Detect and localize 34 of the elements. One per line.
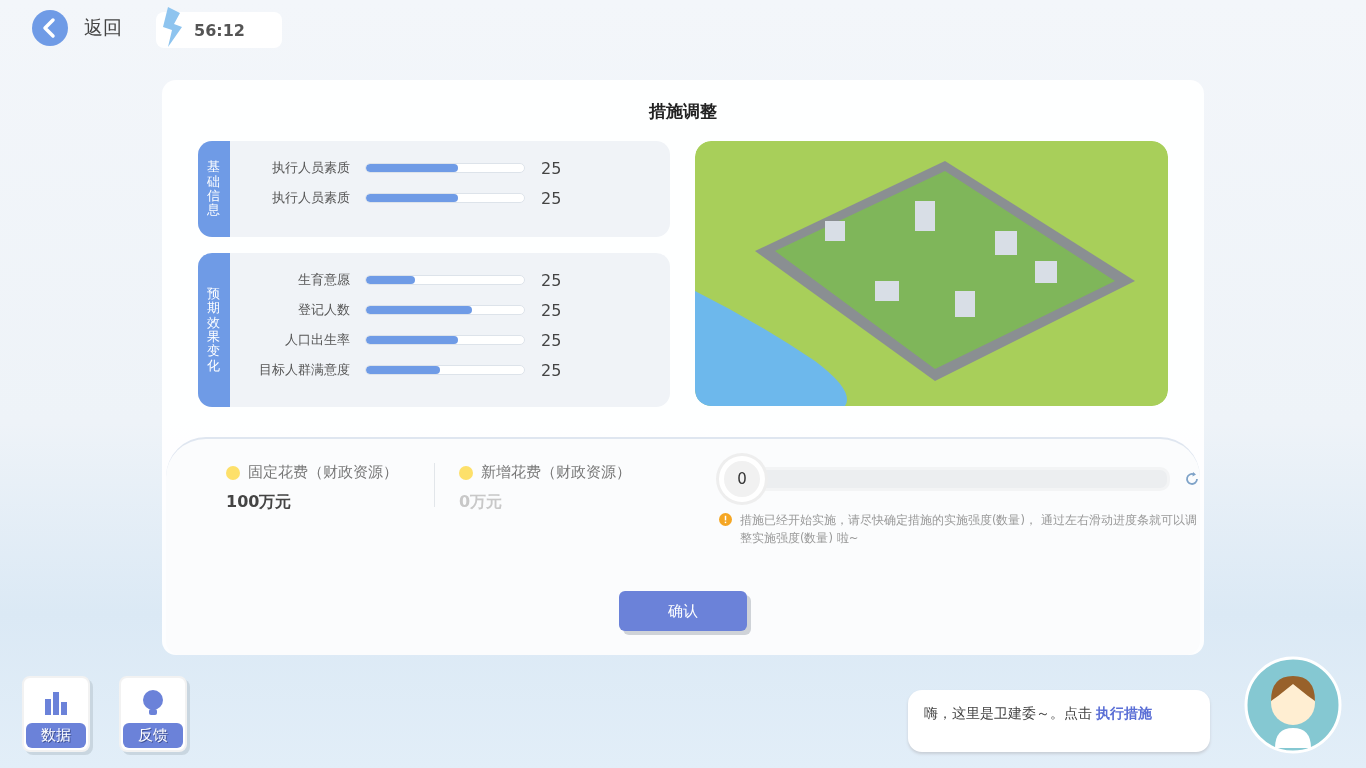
metric-value: 25 xyxy=(541,188,562,208)
metric-value: 25 xyxy=(541,158,562,178)
metric-label: 人口出生率 xyxy=(284,331,350,349)
action-link[interactable]: 执行措施 xyxy=(1096,705,1153,721)
section-label: 基础信息 xyxy=(198,141,230,237)
bullet-dot-icon xyxy=(226,465,240,480)
dialog-title: 措施调整 xyxy=(647,100,718,123)
metric-label: 执行人员素质 xyxy=(271,189,350,207)
bullet-dot-icon xyxy=(459,465,473,480)
assistant-message: 嗨，这里是卫建委～。点击 xyxy=(924,705,1093,721)
bar-chart-icon xyxy=(42,689,70,717)
metric-label: 登记人数 xyxy=(297,301,350,319)
lightning-icon xyxy=(160,7,184,47)
warning-icon xyxy=(719,513,732,526)
section-label: 预期效果变化 xyxy=(198,253,230,407)
metric-value: 25 xyxy=(541,360,562,380)
dock-button[interactable]: 反馈 xyxy=(119,676,187,752)
hint-text: 措施已经开始实施，请尽快确定措施的实施强度(数量)， 通过左右滑动进度条就可以调整实施强度(数量) 啦~ xyxy=(740,512,1198,547)
timer-value: 56:12 xyxy=(194,20,245,40)
avatar-icon xyxy=(1244,656,1342,754)
metric-value: 25 xyxy=(541,330,562,350)
slider-thumb[interactable]: 0 xyxy=(719,456,765,502)
metric-label: 执行人员素质 xyxy=(271,159,350,177)
back-button[interactable]: 返回 xyxy=(32,10,122,46)
refresh-icon[interactable] xyxy=(1184,471,1200,487)
metric-label: 生育意愿 xyxy=(297,271,350,289)
cost-label: 固定花费（财政资源） xyxy=(248,463,398,482)
metric-label: 目标人群满意度 xyxy=(258,361,350,379)
metric-value: 25 xyxy=(541,300,562,320)
cost-value: 100万元 xyxy=(226,492,293,513)
cost-label: 新增花费（财政资源） xyxy=(481,463,631,482)
metric-value: 25 xyxy=(541,270,562,290)
dock-button[interactable]: 数据 xyxy=(22,676,90,752)
slider[interactable]: 0 xyxy=(719,453,1170,505)
